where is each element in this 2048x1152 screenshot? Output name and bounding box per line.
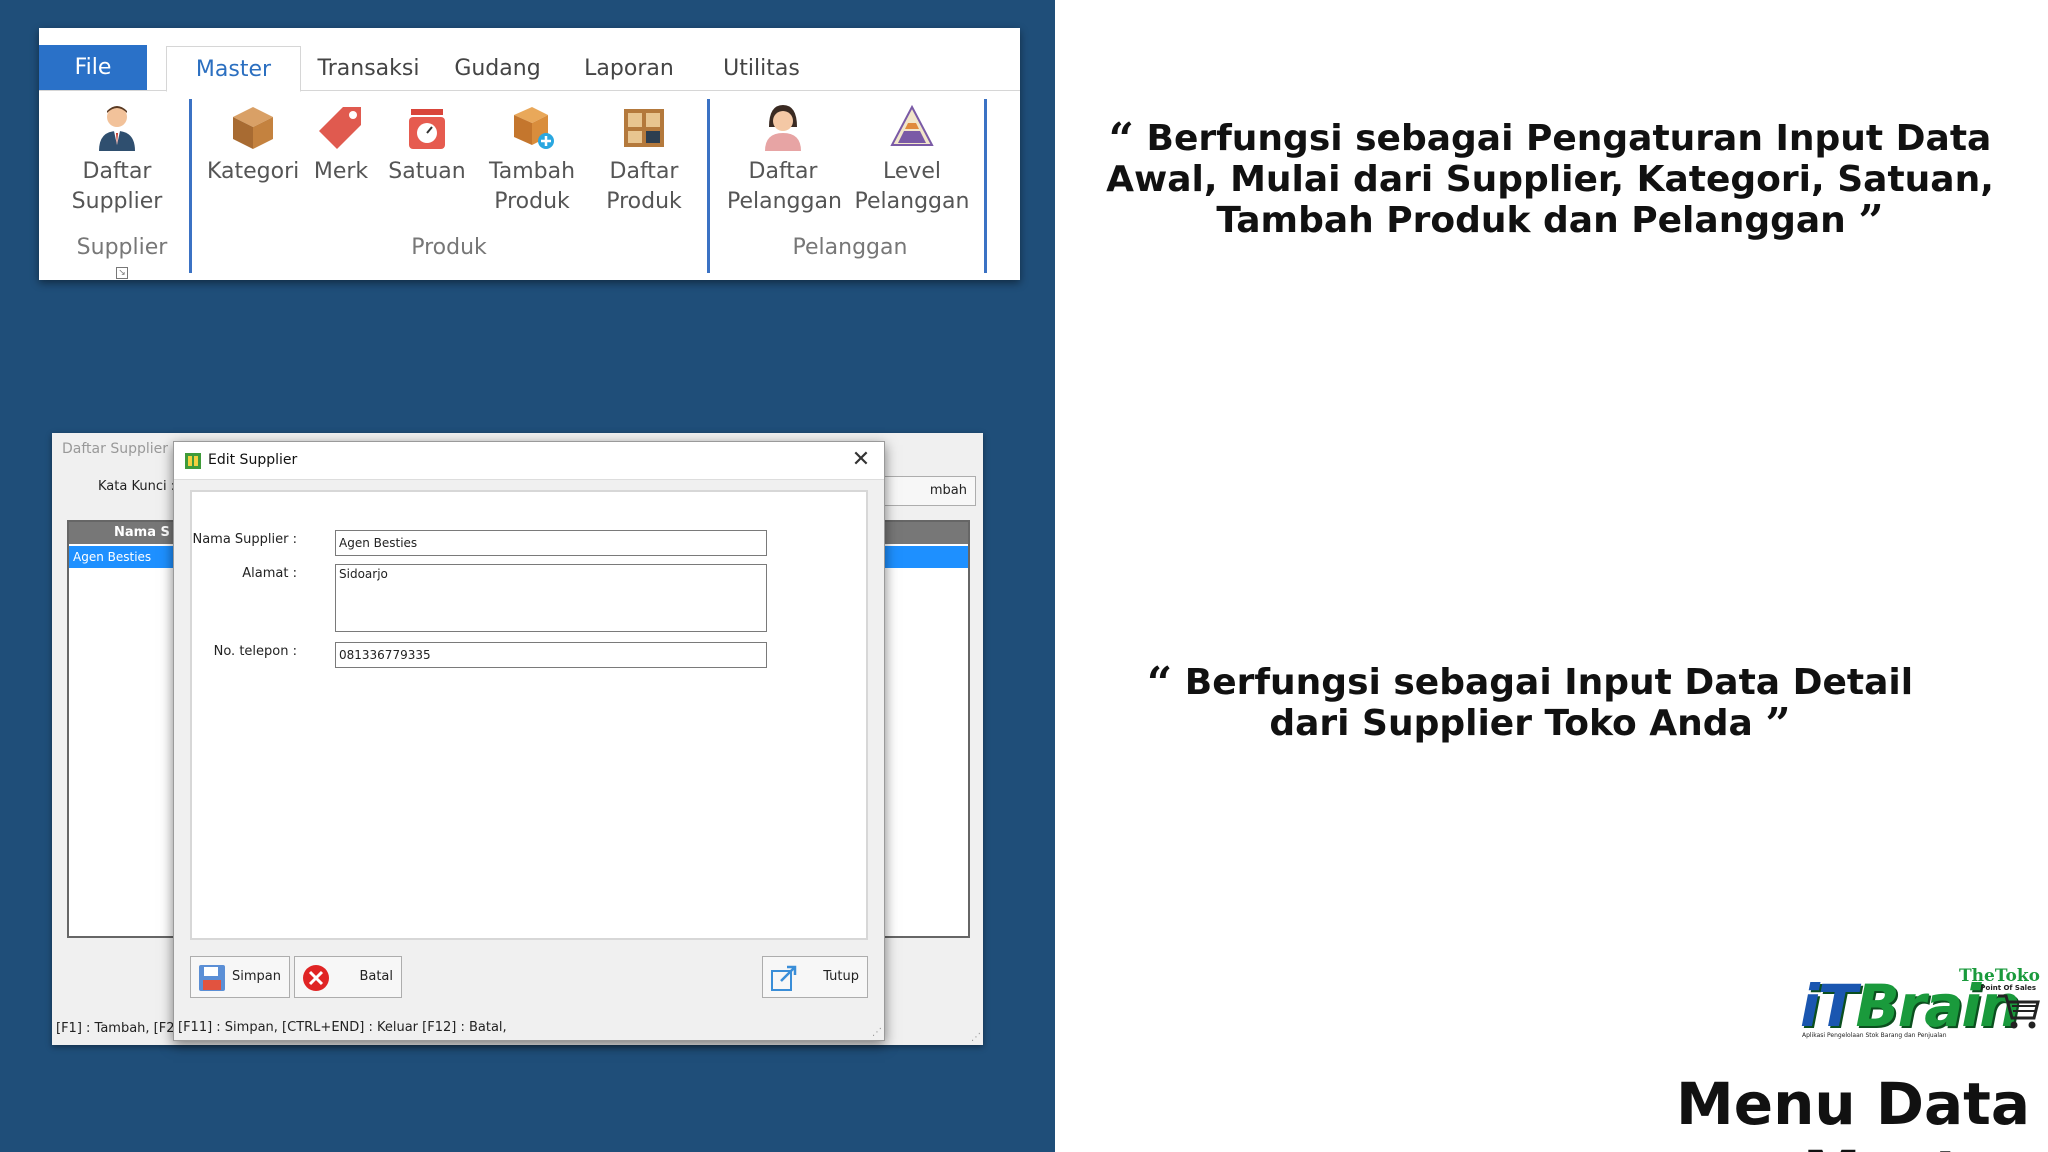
- merk-label: Merk: [313, 159, 369, 184]
- tab-master[interactable]: Master: [166, 46, 301, 92]
- tambah-produk-label: Tambah Produk: [488, 159, 576, 214]
- close-quote: ”: [1858, 196, 1884, 247]
- group-label-pelanggan: Pelanggan: [792, 235, 908, 260]
- nama-supplier-label: Nama Supplier :: [192, 532, 297, 547]
- open-quote: “: [1108, 114, 1134, 165]
- pyramid-icon: [890, 104, 934, 146]
- no-telepon-input[interactable]: [335, 642, 767, 668]
- logo-pos: Point Of Sales: [1980, 984, 2036, 992]
- daftar-supplier-button[interactable]: Daftar Supplier: [67, 101, 167, 217]
- box-icon: [233, 107, 273, 149]
- daftar-pelanggan-label: Daftar Pelanggan: [727, 159, 842, 214]
- dialog-status-bar: [F11] : Simpan, [CTRL+END] : Keluar [F12…: [178, 1020, 507, 1035]
- nama-supplier-input[interactable]: [335, 530, 767, 556]
- resize-grip-icon[interactable]: ⋰: [971, 1032, 981, 1043]
- level-pelanggan-label: Level Pelanggan: [854, 159, 970, 214]
- alamat-textarea[interactable]: Sidoarjo: [335, 564, 767, 632]
- daftar-produk-button[interactable]: Daftar Produk: [595, 101, 693, 217]
- level-pelanggan-button[interactable]: Level Pelanggan: [853, 101, 971, 217]
- caption-supplier-text: Berfungsi sebagai Input Data Detail dari…: [1184, 662, 1914, 744]
- supplier-person-icon: [99, 106, 135, 151]
- kategori-button[interactable]: Kategori: [207, 101, 299, 187]
- tab-file[interactable]: File: [39, 45, 147, 90]
- ribbon-separator: [984, 99, 987, 273]
- alamat-label: Alamat :: [242, 566, 297, 581]
- logo-tagline: Aplikasi Pengelolaan Stok Barang dan Pen…: [1802, 1032, 1947, 1039]
- dialog-form: Nama Supplier : Alamat : Sidoarjo No. te…: [190, 490, 868, 940]
- save-icon: [199, 965, 225, 991]
- merk-button[interactable]: Merk: [311, 101, 371, 187]
- ribbon-body: Daftar Supplier Kategori Merk Satuan Tam…: [39, 91, 1020, 280]
- caption-master-menu: “ Berfungsi sebagai Pengaturan Input Dat…: [1080, 118, 2020, 244]
- ribbon-tabs: File Master Transaksi Gudang Laporan Uti…: [39, 28, 1020, 92]
- tag-icon: [319, 107, 361, 149]
- kata-kunci-label: Kata Kunci :: [98, 479, 176, 494]
- cancel-icon: [303, 965, 329, 991]
- add-product-icon: [514, 107, 554, 149]
- daftar-status-bar: [F1] : Tambah, [F2: [56, 1021, 175, 1036]
- batal-button[interactable]: Batal: [294, 956, 402, 998]
- satuan-label: Satuan: [388, 159, 466, 184]
- dialog-title: Edit Supplier: [208, 452, 298, 468]
- open-quote: “: [1146, 658, 1173, 709]
- close-icon[interactable]: ✕: [848, 447, 874, 473]
- tab-laporan[interactable]: Laporan: [559, 46, 699, 91]
- daftar-supplier-label: Daftar Supplier: [71, 159, 163, 214]
- logo-thetoko: TheToko: [1959, 966, 2040, 986]
- group-label-supplier: Supplier ↘: [69, 235, 175, 285]
- dialog-launcher-icon[interactable]: ↘: [116, 267, 128, 279]
- daftar-pelanggan-button[interactable]: Daftar Pelanggan: [727, 101, 842, 217]
- tutup-button[interactable]: Tutup: [762, 956, 868, 998]
- simpan-button[interactable]: Simpan: [190, 956, 290, 998]
- ribbon-separator: [707, 99, 710, 273]
- edit-supplier-dialog: Edit Supplier ✕ Nama Supplier : Alamat :…: [173, 441, 885, 1041]
- ribbon-separator: [189, 99, 192, 273]
- group-label-produk: Produk: [411, 235, 487, 260]
- tambah-button[interactable]: mbah: [878, 476, 976, 506]
- scale-icon: [409, 109, 445, 149]
- ribbon: File Master Transaksi Gudang Laporan Uti…: [39, 28, 1020, 280]
- tab-utilitas[interactable]: Utilitas: [699, 46, 824, 91]
- simpan-label: Simpan: [232, 969, 281, 984]
- app-icon: [185, 453, 201, 469]
- slide-title: Menu Data Master: [1676, 1070, 2030, 1152]
- tambah-produk-button[interactable]: Tambah Produk: [483, 101, 581, 217]
- group-supplier-text: Supplier: [76, 235, 168, 260]
- itbrain-logo: iTBrain TheToko Point Of Sales Aplikasi …: [1800, 966, 2040, 1042]
- daftar-produk-label: Daftar Produk: [606, 159, 682, 214]
- caption-supplier: “ Berfungsi sebagai Input Data Detail da…: [1130, 662, 1930, 747]
- tutup-label: Tutup: [823, 969, 859, 984]
- batal-label: Batal: [359, 969, 393, 984]
- tab-gudang[interactable]: Gudang: [436, 46, 559, 91]
- daftar-supplier-title: Daftar Supplier: [62, 441, 168, 457]
- shopping-cart-icon: [1998, 994, 2040, 1029]
- tab-transaksi[interactable]: Transaksi: [301, 46, 436, 91]
- product-list-icon: [624, 109, 664, 147]
- kategori-label: Kategori: [207, 159, 300, 184]
- no-telepon-label: No. telepon :: [213, 644, 297, 659]
- satuan-button[interactable]: Satuan: [387, 101, 467, 187]
- close-quote: ”: [1765, 699, 1791, 750]
- dialog-titlebar[interactable]: Edit Supplier ✕: [174, 442, 884, 480]
- external-link-icon: [771, 965, 797, 991]
- customer-icon: [765, 105, 801, 151]
- resize-grip-icon[interactable]: ⋰: [872, 1027, 882, 1038]
